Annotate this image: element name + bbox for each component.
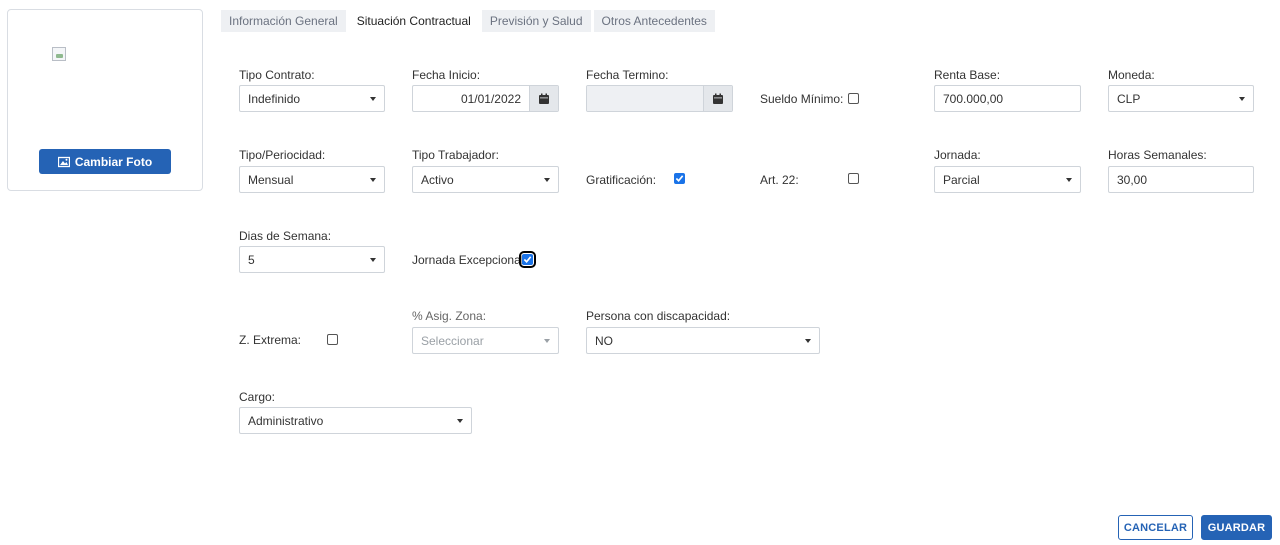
cancel-button[interactable]: CANCELAR: [1118, 515, 1193, 540]
tipo-contrato-label: Tipo Contrato:: [239, 68, 315, 82]
horas-semanales-input[interactable]: 30,00: [1108, 166, 1254, 193]
dias-semana-label: Dias de Semana:: [239, 229, 332, 243]
cargo-select[interactable]: Administrativo: [239, 407, 472, 434]
tab-otros-antecedentes[interactable]: Otros Antecedentes: [593, 10, 715, 32]
tipo-trabajador-select[interactable]: Activo: [412, 166, 559, 193]
tipo-periocidad-select[interactable]: Mensual: [239, 166, 385, 193]
photo-panel: Cambiar Foto: [7, 9, 203, 191]
jornada-value: Parcial: [943, 172, 980, 187]
sueldo-minimo-label: Sueldo Mínimo:: [760, 92, 844, 106]
jornada-select[interactable]: Parcial: [934, 166, 1081, 193]
fecha-termino-calendar-button[interactable]: [703, 86, 732, 111]
gratificacion-checkbox[interactable]: [674, 173, 685, 184]
tab-situacion-contractual[interactable]: Situación Contractual: [348, 10, 479, 32]
cargo-value: Administrativo: [248, 413, 324, 428]
asig-zona-placeholder: Seleccionar: [421, 333, 484, 348]
asig-zona-label: % Asig. Zona:: [412, 309, 487, 323]
fecha-inicio-input[interactable]: 01/01/2022: [413, 86, 529, 111]
fecha-termino-label: Fecha Termino:: [586, 68, 669, 82]
profile-photo-image: [52, 47, 66, 61]
tipo-periocidad-value: Mensual: [248, 172, 294, 187]
tipo-periocidad-label: Tipo/Periocidad:: [239, 148, 326, 162]
art22-checkbox[interactable]: [848, 173, 859, 184]
dias-semana-value: 5: [248, 252, 255, 267]
tipo-trabajador-label: Tipo Trabajador:: [412, 148, 499, 162]
cargo-label: Cargo:: [239, 390, 276, 404]
caret-down-icon: [544, 177, 550, 182]
jornada-excepcional-label: Jornada Excepcional:: [412, 253, 527, 267]
renta-base-input[interactable]: 700.000,00: [934, 85, 1081, 112]
caret-down-icon: [1239, 96, 1245, 101]
moneda-label: Moneda:: [1108, 68, 1155, 82]
sueldo-minimo-checkbox[interactable]: [848, 93, 859, 104]
tab-bar: Información General Situación Contractua…: [221, 10, 715, 32]
caret-down-icon: [370, 96, 376, 101]
change-photo-label: Cambiar Foto: [74, 154, 153, 169]
caret-down-icon: [370, 257, 376, 262]
tipo-contrato-value: Indefinido: [248, 91, 301, 106]
image-icon: [57, 156, 70, 167]
caret-down-icon: [370, 177, 376, 182]
checkmark-icon: [523, 256, 532, 263]
checkmark-icon: [675, 175, 684, 182]
z-extrema-checkbox[interactable]: [327, 334, 338, 345]
asig-zona-select[interactable]: Seleccionar: [412, 327, 559, 354]
caret-down-icon: [805, 338, 811, 343]
caret-down-icon: [544, 338, 550, 343]
art22-label: Art. 22:: [760, 173, 799, 187]
calendar-icon: [539, 93, 549, 104]
fecha-inicio-calendar-button[interactable]: [529, 86, 558, 111]
caret-down-icon: [1066, 177, 1072, 182]
discapacidad-label: Persona con discapacidad:: [586, 309, 731, 323]
tipo-contrato-select[interactable]: Indefinido: [239, 85, 385, 112]
change-photo-button[interactable]: Cambiar Foto: [39, 149, 171, 174]
moneda-value: CLP: [1117, 91, 1141, 106]
fecha-termino-input[interactable]: [587, 86, 703, 111]
horas-semanales-label: Horas Semanales:: [1108, 148, 1207, 162]
jornada-excepcional-checkbox[interactable]: [519, 251, 536, 268]
z-extrema-label: Z. Extrema:: [239, 333, 302, 347]
fecha-inicio-datepicker: 01/01/2022: [412, 85, 559, 112]
calendar-icon: [713, 93, 723, 104]
tab-informacion-general[interactable]: Información General: [221, 10, 346, 32]
jornada-label: Jornada:: [934, 148, 981, 162]
gratificacion-label: Gratificación:: [586, 173, 657, 187]
tab-prevision-salud[interactable]: Previsión y Salud: [481, 10, 591, 32]
fecha-termino-datepicker: [586, 85, 733, 112]
dias-semana-select[interactable]: 5: [239, 246, 385, 273]
fecha-inicio-label: Fecha Inicio:: [412, 68, 481, 82]
discapacidad-select[interactable]: NO: [586, 327, 820, 354]
caret-down-icon: [457, 418, 463, 423]
moneda-select[interactable]: CLP: [1108, 85, 1254, 112]
discapacidad-value: NO: [595, 333, 613, 348]
renta-base-label: Renta Base:: [934, 68, 1001, 82]
save-button[interactable]: GUARDAR: [1201, 515, 1272, 540]
tipo-trabajador-value: Activo: [421, 172, 454, 187]
